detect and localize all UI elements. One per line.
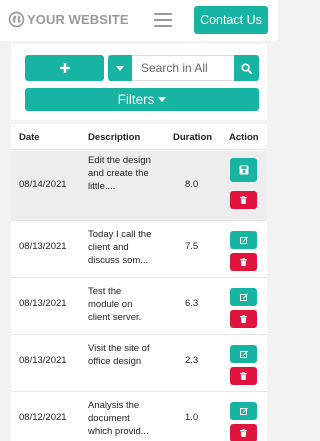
column-header-duration[interactable]: Duration bbox=[173, 132, 212, 143]
search-toolbar: Filters bbox=[11, 44, 267, 120]
site-header: YOUR WEBSITE Contact Us bbox=[0, 0, 278, 41]
edit-button[interactable] bbox=[230, 231, 257, 249]
table-row: 08/14/2021 Edit the design and create th… bbox=[11, 151, 267, 221]
delete-button[interactable] bbox=[230, 310, 257, 328]
edit-button[interactable] bbox=[230, 345, 257, 363]
globe-icon bbox=[8, 11, 25, 28]
search-input[interactable] bbox=[132, 55, 234, 81]
caret-down-icon bbox=[116, 65, 124, 71]
row-description: Analysis the document which provid... bbox=[88, 400, 149, 437]
save-icon bbox=[239, 165, 248, 175]
row-date: 08/13/2021 bbox=[19, 241, 67, 252]
row-date: 08/13/2021 bbox=[19, 355, 67, 366]
contact-us-button[interactable]: Contact Us bbox=[194, 6, 268, 34]
caret-down-icon bbox=[158, 97, 167, 102]
delete-button[interactable] bbox=[230, 367, 257, 385]
table-header: Date Description Duration Action bbox=[11, 124, 267, 150]
row-duration: 8.0 bbox=[185, 179, 199, 190]
trash-icon bbox=[240, 315, 247, 323]
search-scope-dropdown-button[interactable] bbox=[108, 55, 132, 81]
trash-icon bbox=[240, 372, 247, 380]
row-date: 08/12/2021 bbox=[19, 412, 67, 423]
plus-icon bbox=[59, 63, 70, 73]
save-button[interactable] bbox=[230, 158, 257, 182]
hamburger-icon[interactable] bbox=[154, 12, 172, 28]
trash-icon bbox=[240, 429, 247, 437]
filters-label: Filters bbox=[117, 92, 155, 107]
table-row: 08/13/2021 Visit the site of office desi… bbox=[11, 335, 267, 392]
edit-icon bbox=[239, 236, 248, 244]
row-date: 08/14/2021 bbox=[19, 179, 67, 190]
row-description: Visit the site of office design bbox=[88, 343, 150, 367]
logo-text: YOUR WEBSITE bbox=[27, 12, 129, 27]
row-description: Today I call the client and discuss som.… bbox=[88, 229, 152, 266]
trash-icon bbox=[240, 196, 247, 204]
table-row: 08/13/2021 Test the module on client ser… bbox=[11, 278, 267, 335]
row-duration: 2.3 bbox=[185, 355, 199, 366]
edit-icon bbox=[239, 350, 248, 358]
edit-button[interactable] bbox=[230, 402, 257, 420]
add-button[interactable] bbox=[25, 55, 104, 81]
site-logo[interactable]: YOUR WEBSITE bbox=[8, 11, 129, 28]
trash-icon bbox=[240, 258, 247, 266]
magnifier-icon bbox=[241, 62, 252, 74]
edit-button[interactable] bbox=[230, 288, 257, 306]
table-row: 08/12/2021 Analysis the document which p… bbox=[11, 392, 267, 441]
delete-button[interactable] bbox=[230, 424, 257, 441]
row-date: 08/13/2021 bbox=[19, 298, 67, 309]
row-description: Test the module on client server. bbox=[88, 286, 142, 323]
delete-button[interactable] bbox=[230, 191, 257, 209]
edit-icon bbox=[239, 407, 248, 415]
edit-icon bbox=[239, 293, 248, 301]
column-header-description[interactable]: Description bbox=[88, 132, 140, 143]
delete-button[interactable] bbox=[230, 253, 257, 271]
row-description: Edit the design and create the little...… bbox=[88, 155, 151, 192]
row-duration: 1.0 bbox=[185, 412, 199, 423]
row-duration: 6.3 bbox=[185, 298, 199, 309]
search-button[interactable] bbox=[234, 55, 259, 81]
entries-table: Date Description Duration Action 08/14/2… bbox=[11, 124, 267, 441]
filters-button[interactable]: Filters bbox=[25, 88, 259, 111]
row-duration: 7.5 bbox=[185, 241, 199, 252]
table-row: 08/13/2021 Today I call the client and d… bbox=[11, 221, 267, 278]
column-header-action: Action bbox=[229, 132, 259, 143]
column-header-date[interactable]: Date bbox=[19, 132, 40, 143]
